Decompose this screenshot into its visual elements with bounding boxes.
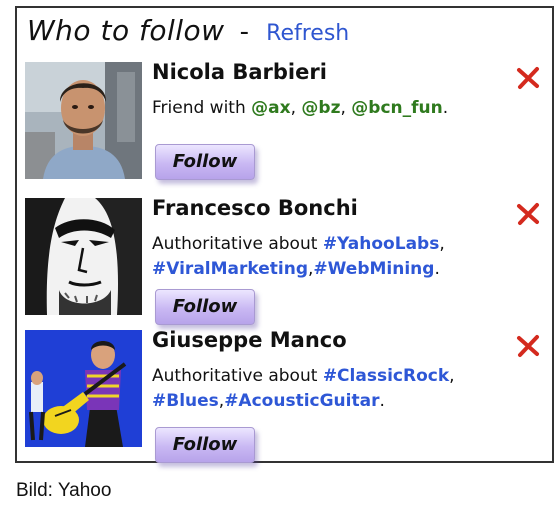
separator-text: , xyxy=(340,98,352,118)
follow-button[interactable]: Follow xyxy=(155,427,255,463)
avatar[interactable] xyxy=(25,62,142,179)
user-description: Friend with @ax, @bz, @bcn_fun. xyxy=(152,96,512,121)
user-description: Authoritative about #YahooLabs, #ViralMa… xyxy=(152,232,512,282)
portrait-drawing-icon xyxy=(25,198,142,315)
suggestion-item: Francesco Bonchi Authoritative about #Ya… xyxy=(25,196,550,328)
separator-text: , xyxy=(290,98,302,118)
follow-button[interactable]: Follow xyxy=(155,289,255,325)
dismiss-x-icon[interactable] xyxy=(516,334,540,358)
description-prefix: Authoritative about xyxy=(152,366,323,386)
user-name[interactable]: Francesco Bonchi xyxy=(152,196,358,220)
hashtag-link[interactable]: #WebMining xyxy=(313,259,434,279)
hashtag-link[interactable]: #Blues xyxy=(152,391,219,411)
follow-button[interactable]: Follow xyxy=(155,144,255,180)
widget-title: Who to follow xyxy=(27,14,225,47)
suggestion-item: Nicola Barbieri Friend with @ax, @bz, @b… xyxy=(25,60,550,192)
user-name[interactable]: Giuseppe Manco xyxy=(152,328,347,352)
avatar[interactable] xyxy=(25,198,142,315)
avatar[interactable] xyxy=(25,330,142,447)
separator-text: . xyxy=(434,259,440,279)
hashtag-link[interactable]: #YahooLabs xyxy=(323,234,440,254)
dismiss-x-icon[interactable] xyxy=(516,202,540,226)
hashtag-link[interactable]: #ClassicRock xyxy=(323,366,449,386)
hashtag-link[interactable]: #AcousticGuitar xyxy=(224,391,379,411)
header-separator: - xyxy=(239,17,250,47)
user-description: Authoritative about #ClassicRock, #Blues… xyxy=(152,364,512,414)
guitarist-pop-art-icon xyxy=(25,330,142,447)
image-caption: Bild: Yahoo xyxy=(16,480,112,501)
portrait-photo-icon xyxy=(25,62,142,179)
suggestion-item: Giuseppe Manco Authoritative about #Clas… xyxy=(25,328,550,463)
refresh-link[interactable]: Refresh xyxy=(266,21,349,46)
user-name[interactable]: Nicola Barbieri xyxy=(152,60,327,84)
widget-header: Who to follow - Refresh xyxy=(27,14,349,54)
mention-link[interactable]: @ax xyxy=(251,98,290,118)
separator-text: , xyxy=(449,366,455,386)
separator-text: . xyxy=(379,391,385,411)
mention-link[interactable]: @bcn_fun xyxy=(351,98,442,118)
mention-link[interactable]: @bz xyxy=(301,98,340,118)
hashtag-link[interactable]: #ViralMarketing xyxy=(152,259,308,279)
description-prefix: Authoritative about xyxy=(152,234,323,254)
separator-text: . xyxy=(442,98,449,118)
dismiss-x-icon[interactable] xyxy=(516,66,540,90)
description-prefix: Friend with xyxy=(152,98,252,118)
separator-text: , xyxy=(439,234,445,254)
who-to-follow-widget: Who to follow - Refresh Nicola Barbieri xyxy=(15,6,554,463)
